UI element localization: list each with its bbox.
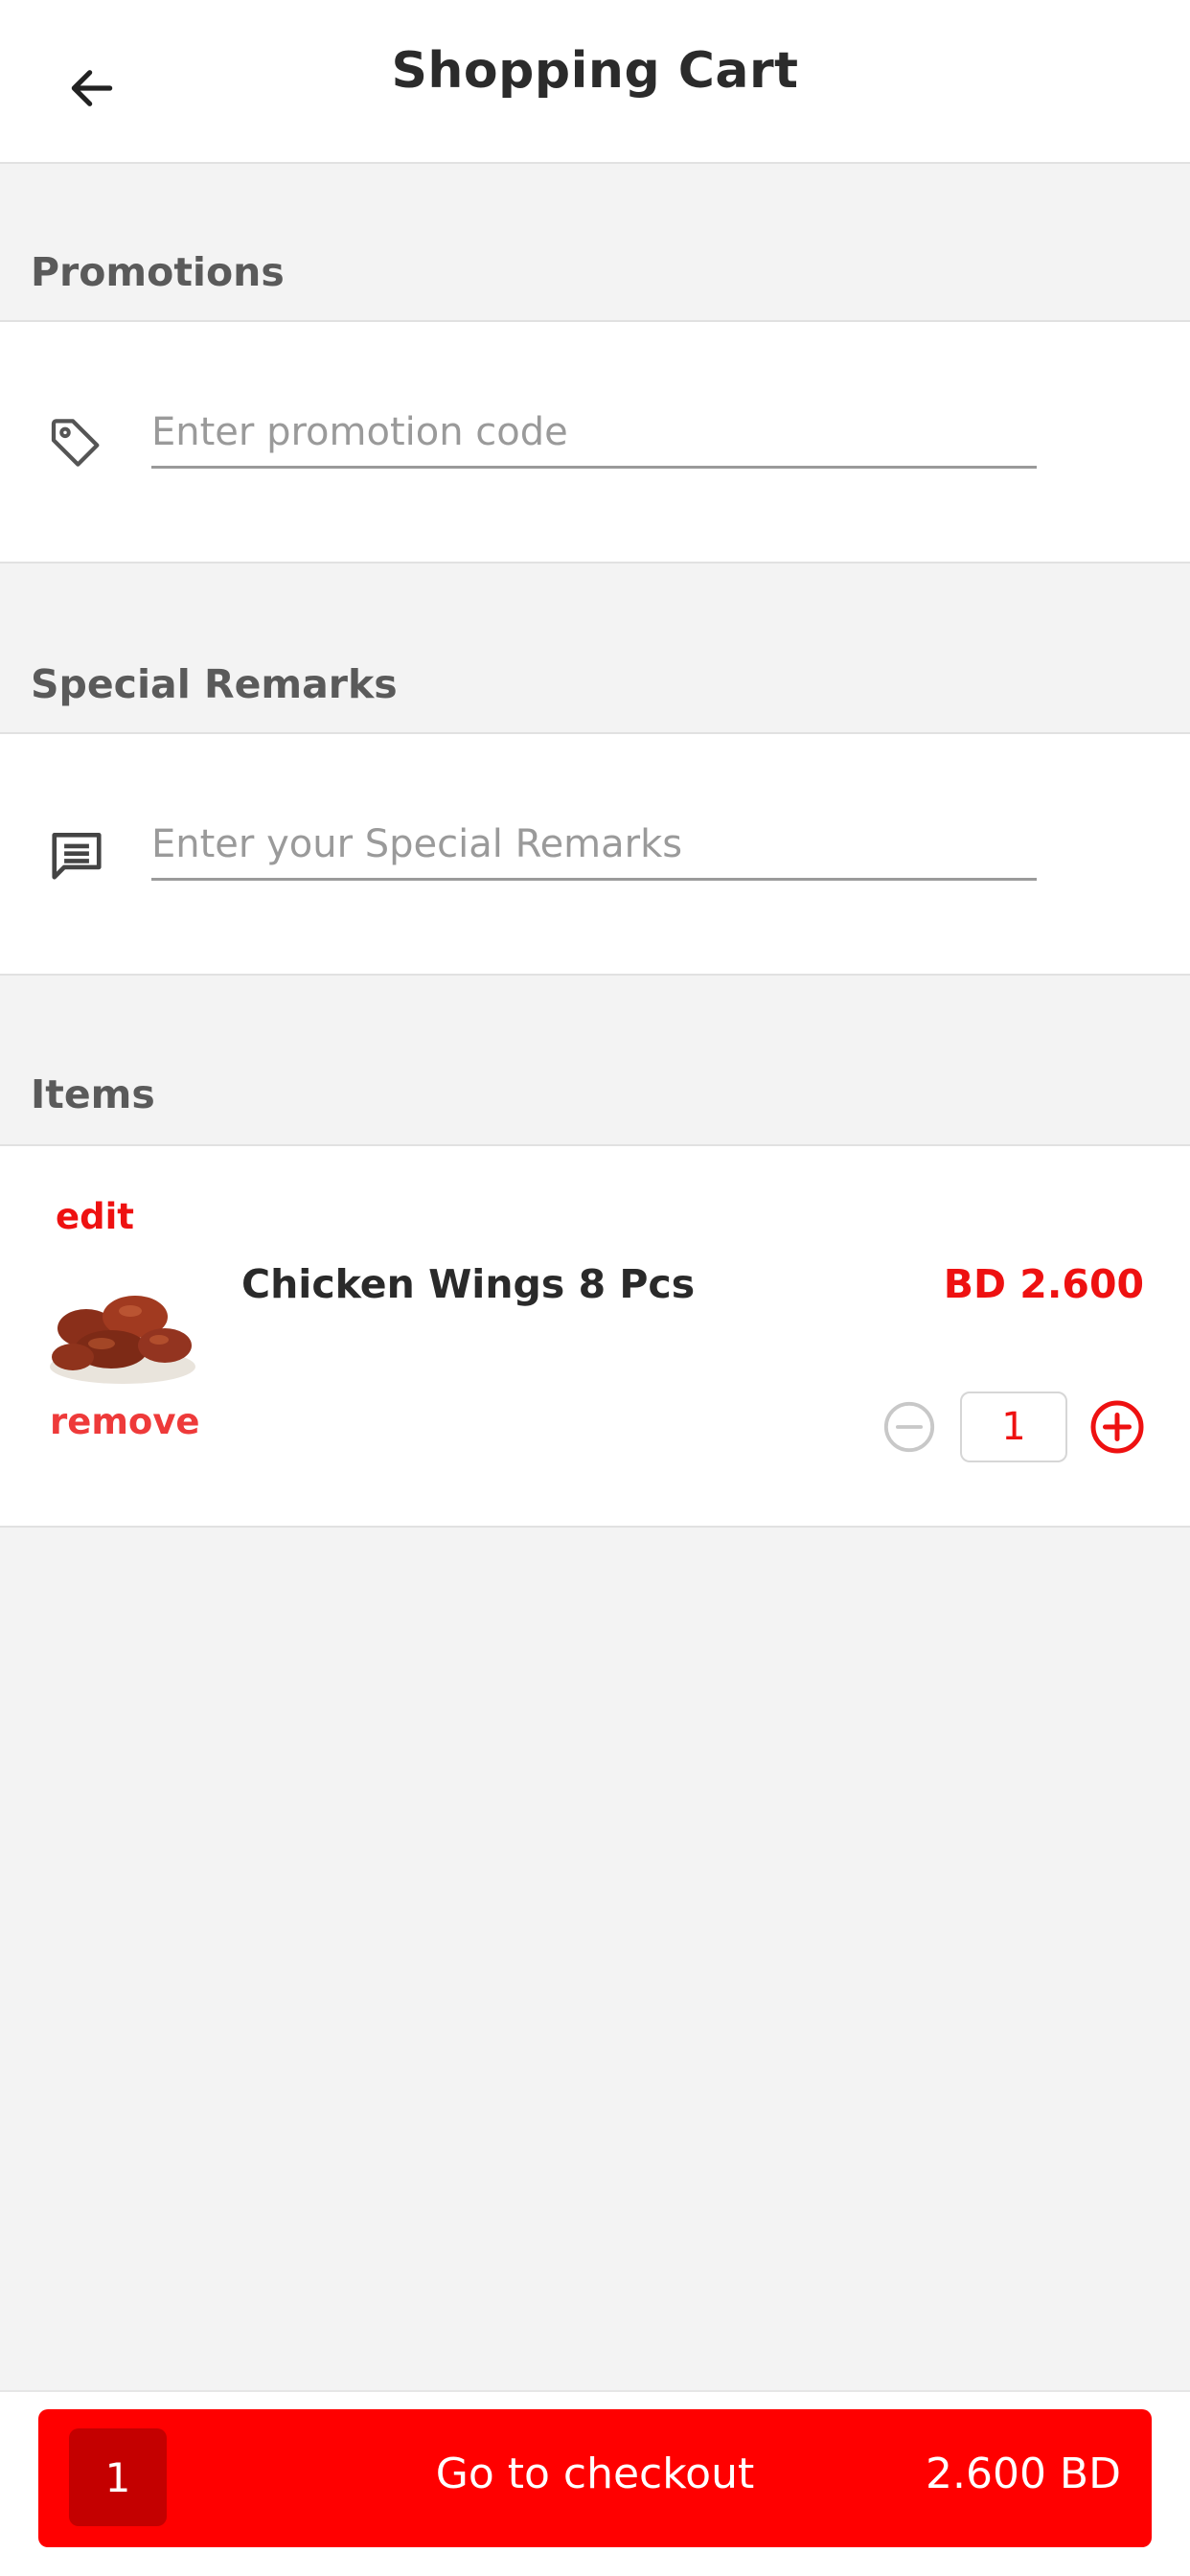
comment-icon bbox=[42, 820, 111, 889]
checkout-total: 2.600 BD bbox=[925, 2450, 1121, 2498]
remove-item-link[interactable]: remove bbox=[50, 1401, 200, 1442]
promotion-code-input[interactable] bbox=[151, 399, 1037, 469]
checkout-button[interactable]: 1 Go to checkout 2.600 BD bbox=[38, 2409, 1152, 2547]
cart-item-row: edit remove Chicken Wings 8 Pcs BD 2.600… bbox=[0, 1144, 1190, 1528]
quantity-value: 1 bbox=[960, 1392, 1067, 1462]
increase-quantity-button[interactable] bbox=[1087, 1397, 1147, 1457]
remarks-block bbox=[0, 732, 1190, 976]
tag-icon bbox=[42, 408, 111, 477]
items-section-label: Items bbox=[31, 1071, 155, 1117]
item-image bbox=[44, 1261, 199, 1392]
promotions-block bbox=[0, 320, 1190, 564]
edit-item-link[interactable]: edit bbox=[56, 1196, 134, 1237]
app-header: Shopping Cart bbox=[0, 0, 1190, 164]
plus-circle-icon bbox=[1090, 1400, 1144, 1454]
item-name: Chicken Wings 8 Pcs bbox=[241, 1261, 696, 1307]
remarks-section-label: Special Remarks bbox=[31, 661, 398, 707]
promotions-section-label: Promotions bbox=[31, 249, 285, 295]
checkout-footer: 1 Go to checkout 2.600 BD bbox=[0, 2390, 1190, 2576]
decrease-quantity-button[interactable] bbox=[880, 1397, 939, 1457]
page-title: Shopping Cart bbox=[391, 42, 799, 100]
special-remarks-input[interactable] bbox=[151, 811, 1037, 881]
item-price: BD 2.600 bbox=[943, 1261, 1144, 1307]
minus-circle-icon bbox=[883, 1401, 935, 1453]
